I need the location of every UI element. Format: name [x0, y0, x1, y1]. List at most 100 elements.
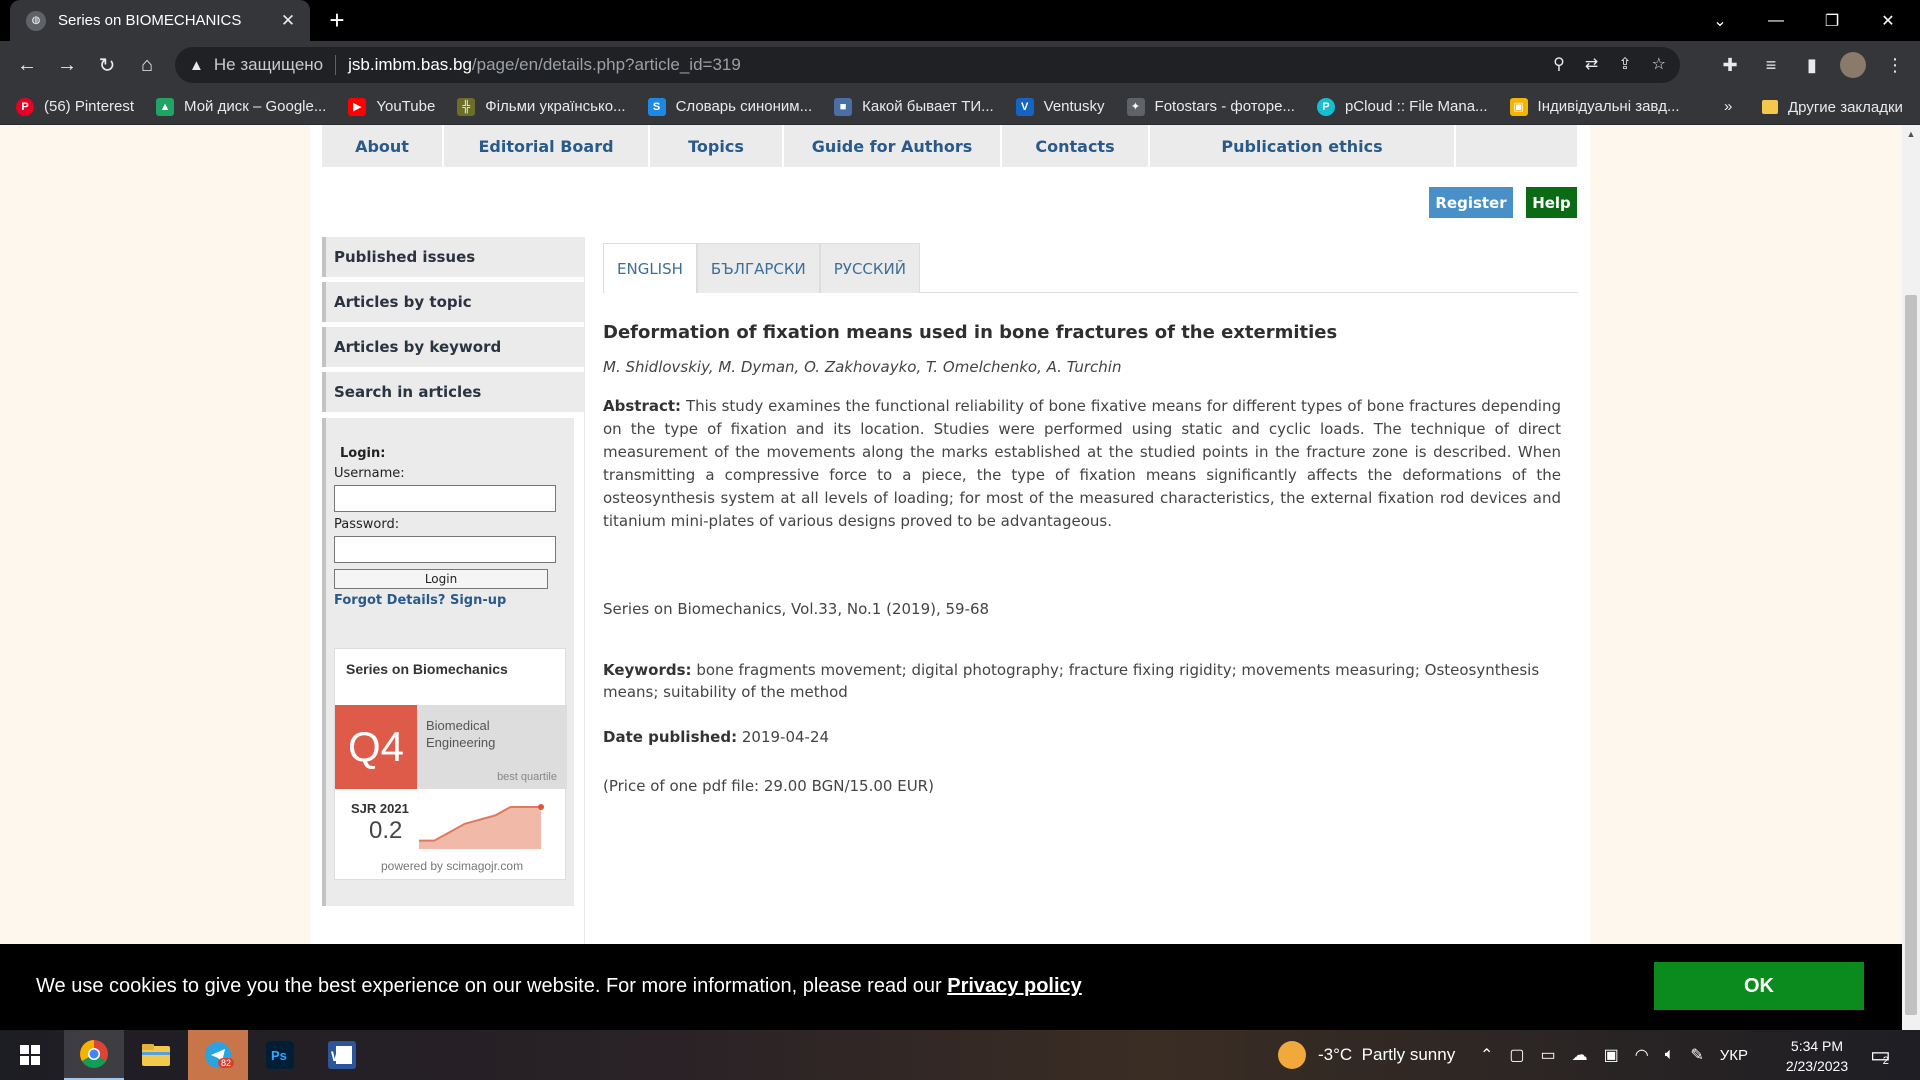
translate-icon[interactable]: ⇄	[1585, 54, 1598, 74]
other-bookmarks-label: Другие закладки	[1788, 98, 1903, 116]
url-path[interactable]: /page/en/details.php?article_id=319	[472, 55, 741, 75]
pen-icon[interactable]: ✎	[1690, 1045, 1703, 1065]
bookmark-dictionary[interactable]: S Словарь синоним...	[647, 97, 813, 116]
weather-widget[interactable]: -3°C Partly sunny	[1278, 1030, 1455, 1080]
tab-bulgarian[interactable]: БЪЛГАРСКИ	[696, 243, 820, 293]
bookmark-pcloud[interactable]: PpCloud :: File Mana...	[1316, 97, 1488, 116]
taskbar-chrome[interactable]	[64, 1030, 124, 1080]
windows-taskbar: 82 Ps W -3°C Partly sunny ⌃ ▢ ▭ ☁ ▣ ◠ 🔈︎…	[0, 1030, 1920, 1080]
nav-guide-for-authors[interactable]: Guide for Authors	[784, 125, 1002, 167]
tab-english[interactable]: ENGLISH	[603, 243, 697, 293]
password-field[interactable]	[334, 536, 556, 563]
other-bookmarks[interactable]: Другие закладки	[1762, 89, 1903, 125]
warning-icon[interactable]: ▲	[189, 57, 204, 74]
back-icon[interactable]: ←	[12, 50, 42, 80]
restore-button[interactable]: ❐	[1804, 0, 1860, 41]
bookmarks-overflow-icon[interactable]: »	[1724, 89, 1732, 125]
media-control-icon[interactable]: ≡	[1756, 50, 1786, 80]
tab-close-icon[interactable]: ✕	[278, 11, 298, 31]
partly-sunny-icon	[1278, 1041, 1306, 1069]
start-button[interactable]	[0, 1030, 60, 1080]
nav-contacts[interactable]: Contacts	[1002, 125, 1150, 167]
sjr-trend-chart	[419, 804, 544, 849]
profile-avatar[interactable]	[1838, 50, 1868, 80]
privacy-policy-link[interactable]: Privacy policy	[947, 975, 1082, 997]
not-secure-label[interactable]: Не защищено	[214, 55, 323, 75]
sidebar-item-articles-by-topic[interactable]: Articles by topic	[322, 282, 584, 322]
bookmark-classroom[interactable]: ▣ Індивідуальні завд...	[1509, 97, 1679, 116]
address-bar[interactable]: ▲ Не защищено jsb.imbm.bas.bg/page/en/de…	[175, 47, 1680, 83]
film-icon: ╬	[457, 97, 476, 116]
close-window-button[interactable]: ✕	[1860, 0, 1916, 41]
login-button[interactable]: Login	[334, 569, 548, 589]
bookmark-fotostars[interactable]: ✦ Fotostars - фоторе...	[1126, 97, 1295, 116]
bookmark-star-icon[interactable]: ☆	[1652, 54, 1666, 74]
new-tab-button[interactable]: +	[322, 6, 352, 36]
battery-icon[interactable]: ▭	[1541, 1045, 1556, 1065]
tray-chevron-up-icon[interactable]: ⌃	[1480, 1045, 1493, 1065]
sjr-widget[interactable]: Series on Biomechanics Q4 Biomedical Eng…	[334, 648, 567, 880]
bookmark-tipy[interactable]: ■ Какой бывает ТИ...	[834, 97, 994, 116]
nav-publication-ethics[interactable]: Publication ethics	[1150, 125, 1456, 167]
login-box: Login: Username: Password: Login Forgot …	[322, 418, 574, 906]
forward-icon[interactable]: →	[52, 50, 82, 80]
sjr-trend-area	[419, 807, 541, 849]
help-button[interactable]: Help	[1526, 187, 1577, 218]
bookmark-label: pCloud :: File Mana...	[1344, 98, 1488, 115]
nav-editorial-board[interactable]: Editorial Board	[444, 125, 650, 167]
weather-temp: -3°C	[1318, 1045, 1353, 1064]
share-icon[interactable]: ⇪	[1618, 54, 1631, 74]
onedrive-icon[interactable]: ☁	[1572, 1045, 1588, 1065]
photoshop-icon: Ps	[266, 1041, 294, 1069]
ventusky-icon: V	[1015, 97, 1034, 116]
browser-tab[interactable]: ◍ Series on BIOMECHANICS ✕	[10, 0, 310, 41]
nav-topics[interactable]: Topics	[650, 125, 784, 167]
page-scrollbar[interactable]: ▲	[1902, 125, 1920, 1030]
bookmark-pinterest[interactable]: P (56) Pinterest	[16, 97, 135, 116]
home-icon[interactable]: ⌂	[132, 50, 162, 80]
sidebar-item-search-in-articles[interactable]: Search in articles	[322, 372, 584, 412]
article-authors: M. Shidlovskiy, M. Dyman, O. Zakhovayko,…	[603, 358, 1122, 376]
side-panel-icon[interactable]: ▮	[1797, 50, 1827, 80]
bookmark-films[interactable]: ╬ Фільми українсько...	[457, 97, 626, 116]
sidebar-item-articles-by-keyword[interactable]: Articles by keyword	[322, 327, 584, 367]
browser-menu-icon[interactable]: ⋮	[1880, 50, 1910, 80]
username-field[interactable]	[334, 485, 556, 512]
forgot-details-link[interactable]: Forgot Details? Sign-up	[334, 593, 506, 608]
reload-icon[interactable]: ↻	[92, 50, 122, 80]
register-button[interactable]: Register	[1429, 187, 1513, 218]
input-language[interactable]: УКР	[1720, 1047, 1748, 1064]
scroll-up-icon[interactable]: ▲	[1902, 125, 1920, 143]
sjr-powered-by: powered by scimagojr.com	[381, 859, 524, 873]
svg-text:W: W	[331, 1048, 345, 1064]
bookmark-label: Словарь синоним...	[675, 98, 813, 115]
bookmark-ventusky[interactable]: V Ventusky	[1015, 97, 1105, 116]
sjr-best-quartile: best quartile	[497, 771, 557, 783]
tray-meet-icon[interactable]: ▢	[1509, 1045, 1524, 1065]
taskbar-photoshop[interactable]: Ps	[250, 1030, 310, 1080]
tab-search-icon[interactable]: ⌄	[1692, 0, 1748, 41]
scrollbar-thumb[interactable]	[1905, 295, 1917, 1015]
sidebar-item-published-issues[interactable]: Published issues	[322, 237, 584, 277]
display-icon[interactable]: ▣	[1604, 1045, 1619, 1065]
bookmark-youtube[interactable]: ▶ YouTube	[348, 97, 435, 116]
taskbar-word[interactable]: W	[312, 1030, 372, 1080]
language-tabs: ENGLISH БЪЛГАРСКИ РУССКИЙ	[603, 243, 1578, 293]
nav-about[interactable]: About	[322, 125, 444, 167]
extensions-icon[interactable]: ✚	[1715, 50, 1745, 80]
zoom-search-icon[interactable]: ⚲	[1553, 54, 1565, 74]
minimize-button[interactable]: —	[1748, 0, 1804, 41]
svg-text:Ps: Ps	[271, 1048, 287, 1063]
tab-russian[interactable]: РУССКИЙ	[819, 243, 920, 293]
pinterest-icon: P	[16, 97, 34, 116]
bookmark-label: (56) Pinterest	[44, 98, 135, 115]
notification-center[interactable]: ▭ 2	[1870, 1030, 1891, 1080]
taskbar-file-explorer[interactable]	[126, 1030, 186, 1080]
url-host[interactable]: jsb.imbm.bas.bg	[348, 55, 472, 75]
wifi-icon[interactable]: ◠	[1635, 1045, 1649, 1065]
taskbar-telegram[interactable]: 82	[188, 1030, 248, 1080]
cookie-ok-button[interactable]: OK	[1654, 962, 1864, 1010]
bookmark-google-drive[interactable]: ▲ Мой диск – Google...	[156, 97, 326, 116]
volume-icon[interactable]: 🔈︎	[1665, 1046, 1675, 1064]
taskbar-clock[interactable]: 5:34 PM 2/23/2023	[1772, 1036, 1862, 1076]
